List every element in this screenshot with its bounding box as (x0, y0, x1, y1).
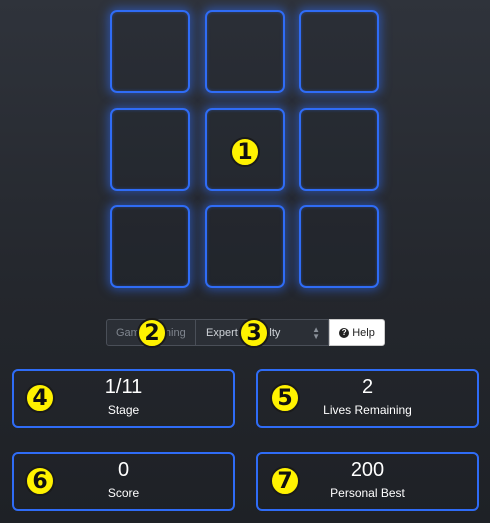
annotation-marker-1: 1 (230, 137, 260, 167)
board-cell-2[interactable] (205, 10, 285, 93)
help-button[interactable]: ? Help (329, 319, 385, 346)
board-cell-1[interactable] (110, 10, 190, 93)
annotation-marker-3: 3 (239, 318, 269, 348)
annotation-marker-7: 7 (270, 466, 300, 496)
annotation-marker-6: 6 (25, 466, 55, 496)
question-circle-icon: ? (339, 327, 350, 338)
board-cell-3[interactable] (299, 10, 379, 93)
board-cell-7[interactable] (110, 205, 190, 288)
board-cell-6[interactable] (299, 108, 379, 191)
board-cell-9[interactable] (299, 205, 379, 288)
board-cell-4[interactable] (110, 108, 190, 191)
board-cell-8[interactable] (205, 205, 285, 288)
annotation-marker-2: 2 (137, 318, 167, 348)
help-button-label: Help (352, 326, 375, 339)
select-arrows-icon: ▲ ▼ (312, 325, 320, 341)
annotation-marker-5: 5 (270, 383, 300, 413)
annotation-marker-4: 4 (25, 383, 55, 413)
